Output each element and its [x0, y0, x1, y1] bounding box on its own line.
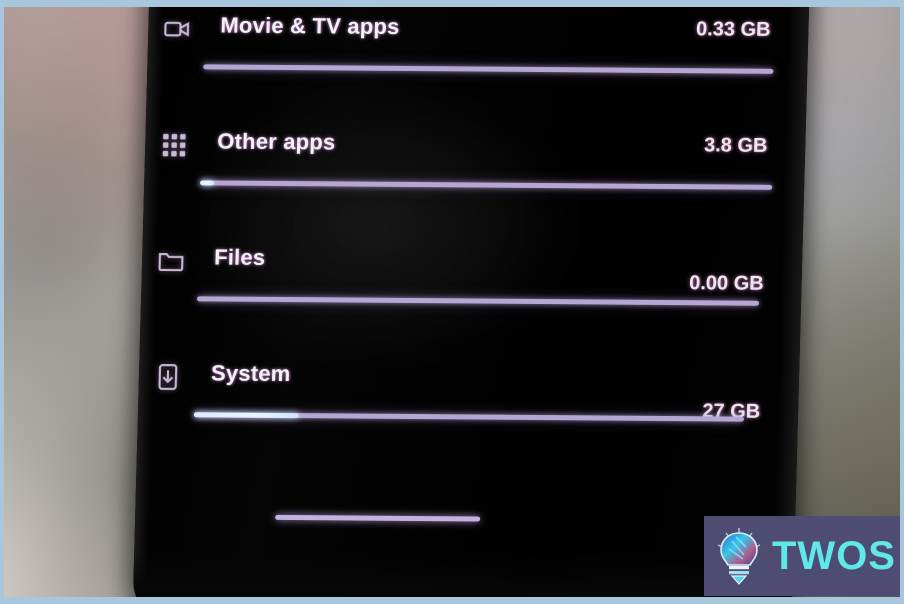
- storage-progress-bar: [193, 412, 745, 422]
- lightbulb-icon: [712, 525, 766, 587]
- storage-row-label: Files: [213, 244, 266, 270]
- photo-scene: Movie & TV apps 0.33 GB Other apps 3.8 G…: [0, 0, 904, 604]
- storage-row-value: 0.33 GB: [695, 18, 771, 41]
- storage-settings-screen: Movie & TV apps 0.33 GB Other apps 3.8 G…: [132, 0, 810, 604]
- system-download-icon: [152, 362, 183, 392]
- storage-progress-bar: [196, 296, 760, 306]
- storage-progress-fill: [193, 412, 299, 419]
- video-camera-icon: [162, 14, 193, 44]
- storage-row-movie-tv-apps[interactable]: Movie & TV apps 0.33 GB: [146, 0, 789, 107]
- home-gesture-bar[interactable]: [275, 514, 481, 522]
- storage-row-system[interactable]: System 27 GB: [137, 338, 780, 455]
- storage-progress-bar: [203, 64, 774, 74]
- image-border-right: [900, 0, 904, 604]
- apps-grid-icon: [159, 130, 190, 160]
- storage-progress-bar: [200, 180, 773, 190]
- storage-row-label: System: [210, 360, 291, 387]
- storage-progress-fill: [200, 180, 215, 186]
- storage-row-other-apps[interactable]: Other apps 3.8 GB: [143, 106, 786, 223]
- folder-icon: [156, 246, 187, 276]
- storage-row-files[interactable]: Files 0.00 GB: [140, 222, 783, 339]
- image-border-bottom: [0, 597, 904, 604]
- storage-row-label: Movie & TV apps: [220, 12, 400, 39]
- watermark-badge: TWOS: [704, 516, 904, 596]
- image-border-top: [0, 0, 904, 7]
- storage-row-value: 0.00 GB: [688, 272, 764, 295]
- storage-row-label: Other apps: [216, 128, 336, 155]
- image-border-left: [0, 0, 4, 604]
- storage-row-value: 3.8 GB: [703, 134, 768, 157]
- watermark-text: TWOS: [772, 534, 896, 578]
